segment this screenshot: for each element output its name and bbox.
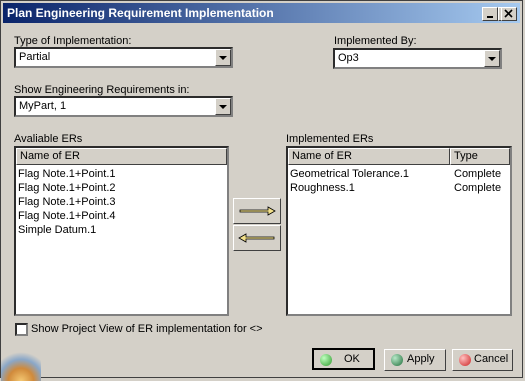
show-in-combo[interactable]: MyPart, 1 xyxy=(14,96,233,117)
show-project-view-checkbox[interactable] xyxy=(15,323,28,336)
implemented-by-label: Implemented By: xyxy=(334,35,417,47)
available-ers-label: Avaliable ERs xyxy=(14,133,83,145)
ok-button[interactable]: OK xyxy=(312,348,375,370)
ok-icon xyxy=(320,354,332,366)
close-button[interactable] xyxy=(501,7,517,21)
cancel-button[interactable]: Cancel xyxy=(452,349,513,371)
show-project-view-label: Show Project View of ER implementation f… xyxy=(31,323,263,335)
table-row-name[interactable]: Roughness.1 xyxy=(290,181,355,195)
apply-label: Apply xyxy=(407,353,435,365)
minimize-icon xyxy=(487,16,493,18)
chevron-down-icon[interactable] xyxy=(484,50,500,67)
cancel-label: Cancel xyxy=(474,353,509,365)
cancel-icon xyxy=(459,354,471,366)
minimize-button[interactable] xyxy=(482,7,498,21)
ok-label: OK xyxy=(344,353,360,365)
table-row-type: Complete xyxy=(454,182,502,194)
implemented-column-name[interactable]: Name of ER xyxy=(288,148,450,165)
table-row-type: Complete xyxy=(454,168,502,180)
arrow-right-icon xyxy=(239,206,276,216)
dialog-window: Plan Engineering Requirement Implementat… xyxy=(0,0,523,381)
type-of-implementation-label: Type of Implementation: xyxy=(14,35,132,47)
chevron-down-icon[interactable] xyxy=(215,98,231,115)
window-title: Plan Engineering Requirement Implementat… xyxy=(7,6,274,20)
list-item[interactable]: Flag Note.1+Point.1 xyxy=(18,167,116,181)
globe-logo xyxy=(1,351,41,381)
implemented-ers-label: Implemented ERs xyxy=(286,133,374,145)
list-item[interactable]: Flag Note.1+Point.4 xyxy=(18,209,116,223)
implemented-by-value: Op3 xyxy=(338,52,359,64)
type-of-implementation-value: Partial xyxy=(19,51,51,63)
table-row-name[interactable]: Geometrical Tolerance.1 xyxy=(290,167,409,181)
available-ers-list[interactable]: Name of ER Flag Note.1+Point.1 Flag Note… xyxy=(14,146,229,316)
chevron-down-icon[interactable] xyxy=(215,49,231,66)
close-icon xyxy=(504,9,513,18)
add-to-implemented-button[interactable] xyxy=(233,198,281,224)
type-of-implementation-combo[interactable]: Partial xyxy=(14,47,233,68)
implemented-ers-list[interactable]: Name of ER Type Geometrical Tolerance.1 … xyxy=(286,146,512,316)
remove-from-implemented-button[interactable] xyxy=(233,225,281,251)
show-in-value: MyPart, 1 xyxy=(19,100,67,112)
implemented-column-type[interactable]: Type xyxy=(450,148,510,165)
arrow-left-icon xyxy=(238,233,275,243)
list-item[interactable]: Flag Note.1+Point.2 xyxy=(18,181,116,195)
title-bar: Plan Engineering Requirement Implementat… xyxy=(3,3,520,23)
show-in-label: Show Engineering Requirements in: xyxy=(14,84,190,96)
available-column-name[interactable]: Name of ER xyxy=(16,148,227,165)
implemented-by-combo[interactable]: Op3 xyxy=(333,48,502,69)
apply-icon xyxy=(391,354,403,366)
list-item[interactable]: Flag Note.1+Point.3 xyxy=(18,195,116,209)
apply-button[interactable]: Apply xyxy=(384,349,446,371)
list-item[interactable]: Simple Datum.1 xyxy=(18,223,96,237)
